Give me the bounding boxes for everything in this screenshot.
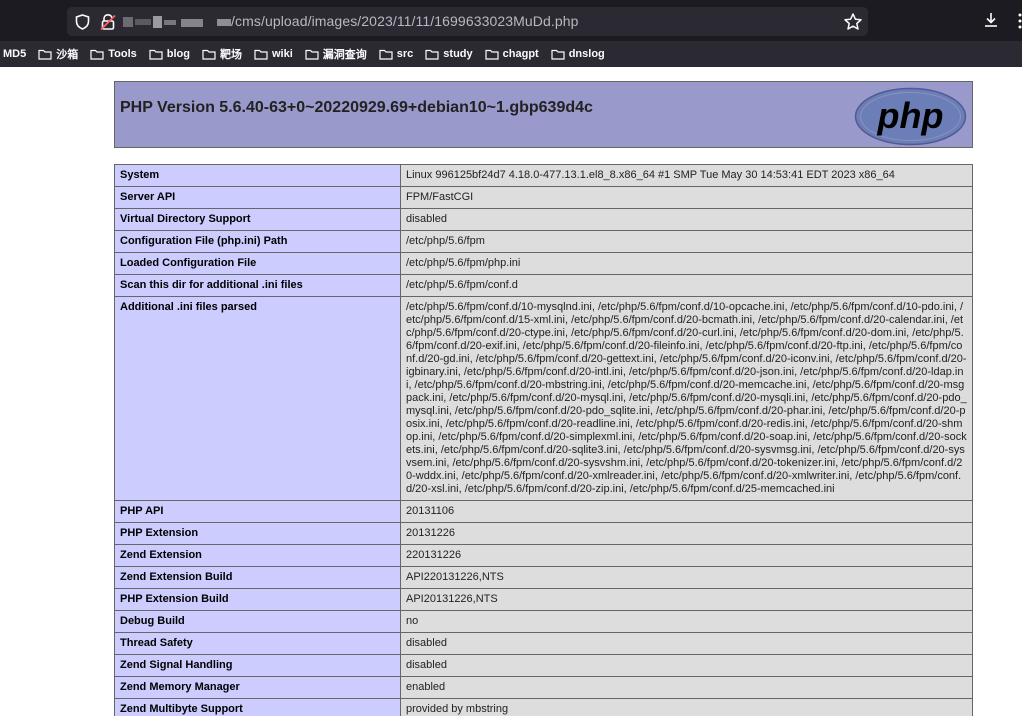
row-value: FPM/FastCGI <box>400 186 973 209</box>
bookmark-label: chagpt <box>502 48 539 60</box>
row-key: Configuration File (php.ini) Path <box>114 230 401 253</box>
row-value: disabled <box>400 208 973 231</box>
bookmark-folder-study[interactable]: study <box>425 48 473 60</box>
phpinfo-table: System Linux 996125bf24d7 4.18.0-477.13.1… <box>114 164 973 716</box>
folder-icon <box>425 49 439 60</box>
row-key: Loaded Configuration File <box>114 252 401 275</box>
table-row: Zend Memory Manager enabled <box>114 676 973 699</box>
overflow-menu-icon[interactable] <box>1013 12 1022 30</box>
row-value: enabled <box>400 676 973 699</box>
folder-icon <box>38 49 52 60</box>
bookmark-label: src <box>396 48 414 60</box>
row-key: Zend Extension Build <box>114 566 401 589</box>
bookmarks-toolbar: MD5 沙箱 Tools blog 靶场 wiki 漏洞查询 src study… <box>0 41 1022 67</box>
bookmark-label: 靶场 <box>219 49 242 61</box>
table-row: Additional .ini files parsed/etc/php/5.6… <box>114 296 973 501</box>
php-logo[interactable]: php <box>854 87 967 146</box>
row-key: PHP Extension Build <box>114 588 401 611</box>
row-value: API20131226,NTS <box>400 588 973 611</box>
shield-icon[interactable] <box>75 14 90 30</box>
row-value: 220131226 <box>400 544 973 567</box>
folder-icon <box>202 49 216 60</box>
bookmark-label: 沙箱 <box>56 49 79 61</box>
row-value: /etc/php/5.6/fpm/conf.d/10-mysqlnd.ini, … <box>400 296 973 501</box>
row-value: 20131226 <box>400 522 973 545</box>
row-value: /etc/php/5.6/fpm/conf.d <box>400 274 973 297</box>
bookmark-label: blog <box>166 48 190 60</box>
table-row: Zend Extension Build API220131226,NTS <box>114 566 973 589</box>
table-row: Zend Multibyte Support provided by mbstri… <box>114 698 973 716</box>
bookmark-label: study <box>443 48 473 60</box>
row-key: Zend Signal Handling <box>114 654 401 677</box>
redacted-host <box>123 15 231 28</box>
folder-icon <box>254 49 268 60</box>
row-value: 20131106 <box>400 500 973 523</box>
bookmark-folder-dnslog[interactable]: dnslog <box>551 48 605 60</box>
bookmark-label: MD5 <box>3 48 27 60</box>
php-version-title: PHP Version 5.6.40-63+0~20220929.69+debi… <box>120 99 593 116</box>
row-key: PHP Extension <box>114 522 401 545</box>
bookmark-folder-wiki[interactable]: wiki <box>254 48 293 60</box>
table-row: Scan this dir for additional .ini files /… <box>114 274 973 297</box>
bookmark-folder-blog[interactable]: blog <box>149 48 190 60</box>
table-row: Server API FPM/FastCGI <box>114 186 973 209</box>
bookmark-label: dnslog <box>568 48 605 60</box>
address-bar[interactable]: /cms/upload/images/2023/11/11/1699633023… <box>67 7 868 36</box>
table-row: PHP API 20131106 <box>114 500 973 523</box>
table-row: PHP Extension Build API20131226,NTS <box>114 588 973 611</box>
url-path[interactable]: /cms/upload/images/2023/11/11/1699633023… <box>231 13 579 29</box>
row-value: /etc/php/5.6/fpm/php.ini <box>400 252 973 275</box>
row-value: no <box>400 610 973 633</box>
row-key: System <box>114 164 401 187</box>
php-logo-text: php <box>877 95 944 136</box>
bookmark-folder-tools[interactable]: Tools <box>90 48 137 60</box>
folder-icon <box>551 49 565 60</box>
bookmark-folder-vuln-search[interactable]: 漏洞查询 <box>305 46 367 62</box>
row-value: disabled <box>400 654 973 677</box>
folder-icon <box>485 49 499 60</box>
table-row: Zend Extension 220131226 <box>114 544 973 567</box>
phpinfo-header: PHP Version 5.6.40-63+0~20220929.69+debi… <box>114 81 973 148</box>
row-key: Virtual Directory Support <box>114 208 401 231</box>
row-key: Zend Memory Manager <box>114 676 401 699</box>
bookmark-star-icon[interactable] <box>843 12 863 32</box>
row-value: API220131226,NTS <box>400 566 973 589</box>
bookmark-md5[interactable]: MD5 <box>3 48 26 60</box>
folder-icon <box>379 49 393 60</box>
table-row: Debug Build no <box>114 610 973 633</box>
folder-icon <box>305 49 319 60</box>
row-key: Zend Multibyte Support <box>114 698 401 716</box>
table-row: Thread Safety disabled <box>114 632 973 655</box>
row-value: /etc/php/5.6/fpm <box>400 230 973 253</box>
table-row: PHP Extension 20131226 <box>114 522 973 545</box>
bookmark-label: wiki <box>271 48 293 60</box>
bookmark-folder-sandbox[interactable]: 沙箱 <box>38 46 78 62</box>
table-row: Zend Signal Handling disabled <box>114 654 973 677</box>
bookmark-folder-src[interactable]: src <box>379 48 414 60</box>
table-row: Loaded Configuration File/etc/php/5.6/fp… <box>114 252 973 275</box>
row-key: Scan this dir for additional .ini files <box>114 274 401 297</box>
page-content: PHP Version 5.6.40-63+0~20220929.69+debi… <box>0 67 1022 716</box>
row-key: Additional .ini files parsed <box>114 296 401 501</box>
folder-icon <box>90 49 104 60</box>
row-value: provided by mbstring <box>400 698 973 716</box>
row-value: Linux 996125bf24d7 4.18.0-477.13.1.el8_8… <box>400 164 973 187</box>
row-key: Zend Extension <box>114 544 401 567</box>
insecure-lock-icon[interactable] <box>99 13 117 31</box>
table-row: Virtual Directory Support disabled <box>114 208 973 231</box>
browser-toolbar: /cms/upload/images/2023/11/11/1699633023… <box>0 0 1022 41</box>
row-key: Debug Build <box>114 610 401 633</box>
table-row: Configuration File (php.ini) Path/etc/ph… <box>114 230 973 253</box>
bookmark-folder-chagpt[interactable]: chagpt <box>485 48 539 60</box>
row-value: disabled <box>400 632 973 655</box>
folder-icon <box>149 49 163 60</box>
table-row: System Linux 996125bf24d7 4.18.0-477.13.1… <box>114 164 973 187</box>
row-key: Server API <box>114 186 401 209</box>
row-key: PHP API <box>114 500 401 523</box>
bookmark-label: 漏洞查询 <box>322 49 367 61</box>
row-key: Thread Safety <box>114 632 401 655</box>
bookmark-folder-range[interactable]: 靶场 <box>202 46 242 62</box>
bookmark-label: Tools <box>108 48 137 60</box>
download-icon[interactable] <box>982 11 1000 29</box>
